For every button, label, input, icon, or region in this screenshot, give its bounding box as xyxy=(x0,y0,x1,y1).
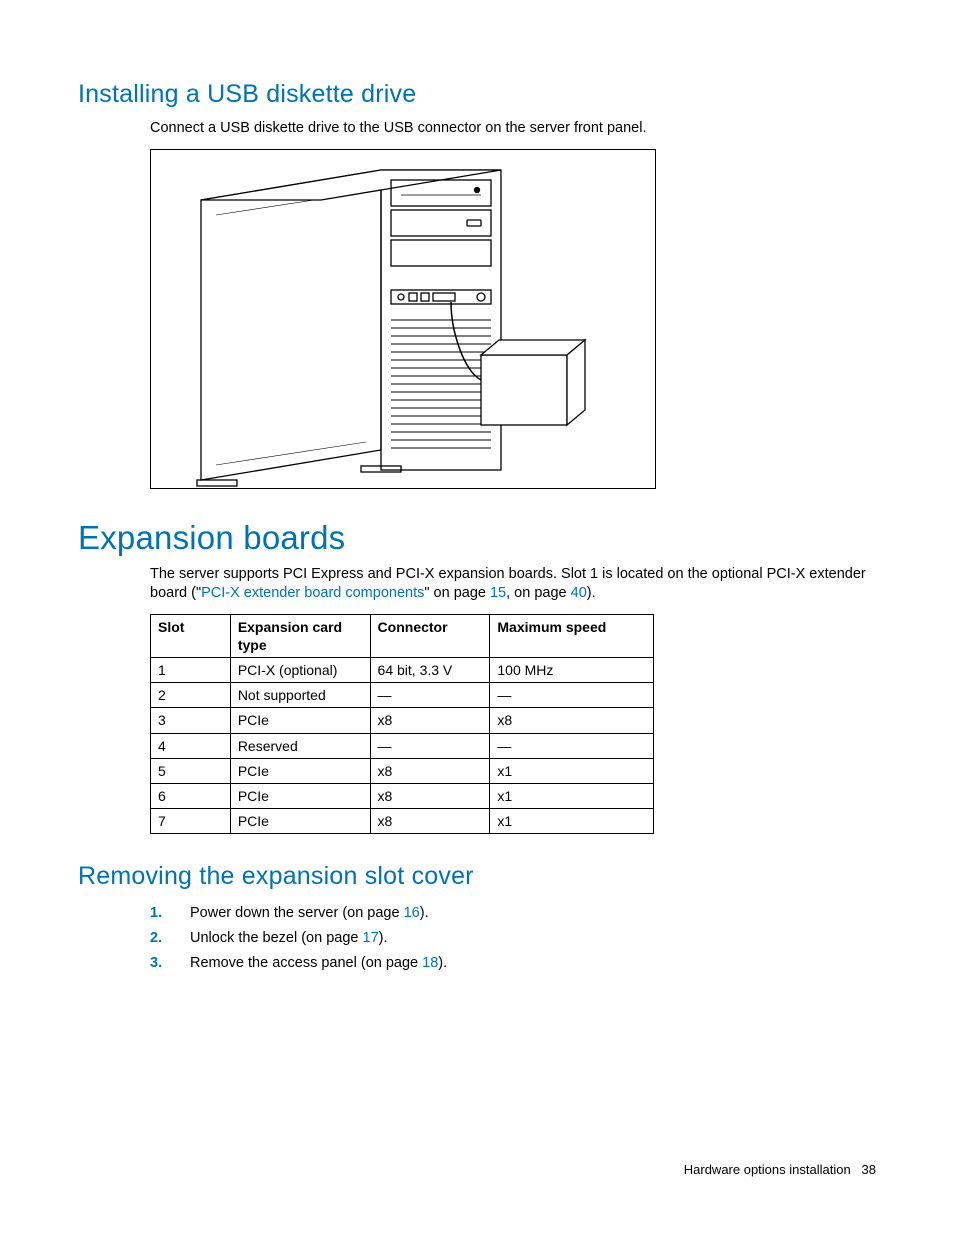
link-page-16[interactable]: 16 xyxy=(404,905,420,921)
heading-expansion-boards: Expansion boards xyxy=(78,519,876,557)
link-page-18[interactable]: 18 xyxy=(422,955,438,971)
page-footer: Hardware options installation 38 xyxy=(684,1162,876,1177)
heading-installing-usb-diskette: Installing a USB diskette drive xyxy=(78,80,876,109)
text-fragment: , on page xyxy=(506,585,571,601)
text-fragment: ). xyxy=(438,955,447,971)
table-row: 4Reserved—— xyxy=(151,733,654,758)
text-fragment: " on page xyxy=(424,585,490,601)
text-fragment: Power down the server (on page xyxy=(190,905,404,921)
steps-list: Power down the server (on page 16). Unlo… xyxy=(150,901,876,975)
heading-removing-slot-cover: Removing the expansion slot cover xyxy=(78,862,876,891)
server-tower-illustration xyxy=(151,150,655,488)
link-pcix-extender-components[interactable]: PCI-X extender board components xyxy=(201,585,424,601)
para-expansion-intro: The server supports PCI Express and PCI-… xyxy=(150,565,876,604)
text-fragment: Remove the access panel (on page xyxy=(190,955,422,971)
figure-server-usb-diskette xyxy=(150,149,656,489)
table-row: 2Not supported—— xyxy=(151,683,654,708)
table-row: 1PCI-X (optional)64 bit, 3.3 V100 MHz xyxy=(151,658,654,683)
th-max-speed: Maximum speed xyxy=(490,614,654,657)
table-header-row: Slot Expansion card type Connector Maxim… xyxy=(151,614,654,657)
table-expansion-slots: Slot Expansion card type Connector Maxim… xyxy=(150,614,654,835)
link-page-15[interactable]: 15 xyxy=(490,585,506,601)
table-row: 5PCIex8x1 xyxy=(151,758,654,783)
list-item: Power down the server (on page 16). xyxy=(150,901,876,926)
text-fragment: ). xyxy=(587,585,596,601)
footer-section-name: Hardware options installation xyxy=(684,1162,851,1177)
table-row: 7PCIex8x1 xyxy=(151,809,654,834)
list-item: Unlock the bezel (on page 17). xyxy=(150,926,876,951)
text-fragment: Unlock the bezel (on page xyxy=(190,930,363,946)
text-fragment: ). xyxy=(420,905,429,921)
th-connector: Connector xyxy=(370,614,490,657)
para-usb-diskette: Connect a USB diskette drive to the USB … xyxy=(150,119,876,139)
th-slot: Slot xyxy=(151,614,231,657)
text-fragment: ). xyxy=(379,930,388,946)
table-row: 3PCIex8x8 xyxy=(151,708,654,733)
footer-page-number: 38 xyxy=(862,1162,876,1177)
link-page-40[interactable]: 40 xyxy=(571,585,587,601)
link-page-17[interactable]: 17 xyxy=(363,930,379,946)
list-item: Remove the access panel (on page 18). xyxy=(150,951,876,976)
table-row: 6PCIex8x1 xyxy=(151,784,654,809)
th-card-type: Expansion card type xyxy=(230,614,370,657)
